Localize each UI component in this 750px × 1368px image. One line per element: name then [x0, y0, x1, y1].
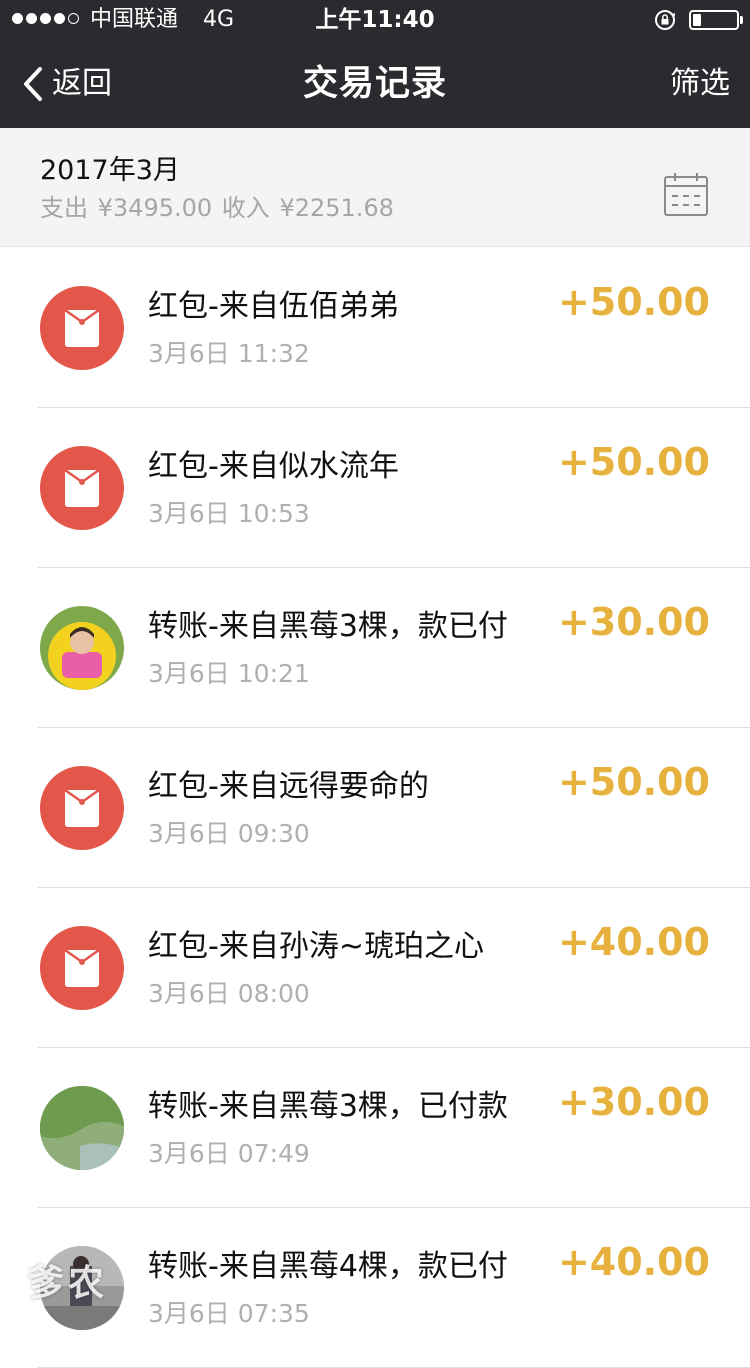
- transaction-row[interactable]: 红包-来自似水流年 3月6日 10:53 +50.00: [0, 408, 750, 568]
- month-summary-header: 2017年3月 支出 ¥3495.00 收入 ¥2251.68: [0, 128, 750, 247]
- expense-label: 支出: [40, 194, 88, 222]
- transaction-date: 3月6日 07:49: [148, 1139, 310, 1168]
- transaction-amount: +40.00: [557, 920, 710, 964]
- transaction-date: 3月6日 10:21: [148, 659, 310, 688]
- user-avatar: [40, 606, 124, 690]
- month-title: 2017年3月: [40, 155, 180, 186]
- transaction-date: 3月6日 09:30: [148, 819, 310, 848]
- transaction-date: 3月6日 07:35: [148, 1299, 310, 1328]
- battery-level: [693, 14, 701, 26]
- transaction-amount: +50.00: [557, 760, 710, 804]
- transaction-list: 红包-来自伍佰弟弟 3月6日 11:32 +50.00 红包-来自似水流年 3月…: [0, 248, 750, 1368]
- user-avatar: [40, 1086, 124, 1170]
- transaction-row[interactable]: 红包-来自孙涛~琥珀之心 3月6日 08:00 +40.00: [0, 888, 750, 1048]
- status-bar: 中国联通 4G 上午11:40: [0, 0, 750, 40]
- month-totals: 支出 ¥3495.00 收入 ¥2251.68: [40, 192, 396, 224]
- transaction-row[interactable]: 转账-来自黑莓3棵，已付款 3月6日 07:49 +30.00: [0, 1048, 750, 1208]
- transaction-title: 红包-来自远得要命的: [148, 769, 429, 804]
- expense-amount: ¥3495.00: [97, 194, 213, 222]
- income-label: 收入: [221, 194, 270, 222]
- transaction-amount: +50.00: [557, 280, 710, 324]
- transaction-row[interactable]: 红包-来自远得要命的 3月6日 09:30 +50.00: [0, 728, 750, 888]
- red-packet-icon: [40, 766, 124, 850]
- status-time: 上午11:40: [315, 7, 435, 33]
- income-amount: ¥2251.68: [279, 194, 394, 222]
- red-packet-icon: [40, 446, 124, 530]
- watermark: 爹农: [28, 1263, 109, 1304]
- transaction-title: 红包-来自似水流年: [148, 449, 399, 484]
- red-packet-icon: [40, 926, 124, 1010]
- transaction-title: 转账-来自黑莓4棵，款已付: [148, 1249, 508, 1284]
- red-packet-icon: [40, 286, 124, 370]
- transaction-row[interactable]: 转账-来自黑莓4棵，款已付 3月6日 07:35 +40.00: [0, 1208, 750, 1368]
- navigation-bar: 返回 交易记录 筛选: [0, 40, 750, 128]
- page-title: 交易记录: [302, 64, 447, 104]
- transaction-row[interactable]: 转账-来自黑莓3棵，款已付 3月6日 10:21 +30.00: [0, 568, 750, 728]
- transaction-title: 红包-来自孙涛~琥珀之心: [148, 929, 484, 964]
- transaction-amount: +30.00: [557, 600, 710, 644]
- transaction-title: 转账-来自黑莓3棵，已付款: [148, 1089, 508, 1124]
- transaction-title: 红包-来自伍佰弟弟: [148, 289, 399, 324]
- transaction-row[interactable]: 红包-来自伍佰弟弟 3月6日 11:32 +50.00: [0, 248, 750, 408]
- battery-icon: [689, 10, 739, 30]
- transaction-date: 3月6日 10:53: [148, 499, 310, 528]
- transaction-date: 3月6日 11:32: [148, 339, 310, 368]
- transaction-amount: +40.00: [557, 1240, 710, 1284]
- transaction-date: 3月6日 08:00: [148, 979, 310, 1008]
- transaction-title: 转账-来自黑莓3棵，款已付: [148, 609, 508, 644]
- rotation-lock-icon: [655, 10, 676, 30]
- transaction-amount: +30.00: [557, 1080, 710, 1124]
- calendar-icon[interactable]: [662, 172, 710, 218]
- transaction-amount: +50.00: [557, 440, 710, 484]
- filter-button[interactable]: 筛选: [670, 62, 730, 106]
